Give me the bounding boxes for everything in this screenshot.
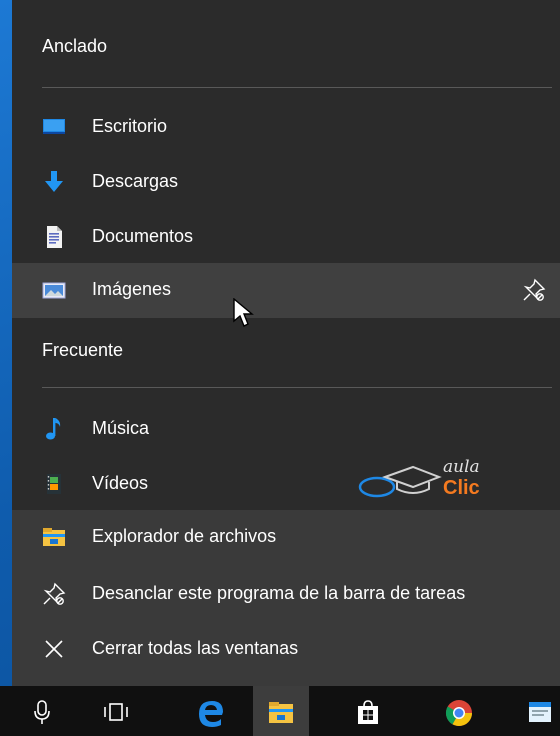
- watermark-clic-text: Clic: [443, 477, 480, 499]
- task-label: Cerrar todas las ventanas: [92, 638, 299, 658]
- jump-item-descargas[interactable]: Descargas: [12, 155, 560, 210]
- pinned-header: Anclado: [42, 36, 108, 56]
- desktop-icon: [42, 115, 66, 139]
- task-unpin-from-taskbar[interactable]: Desanclar este programa de la barra de t…: [12, 567, 560, 622]
- music-note-icon: [42, 417, 66, 441]
- close-icon: [42, 637, 66, 661]
- jump-list: Anclado Escritorio Descargas Documentos …: [12, 0, 560, 686]
- document-icon: [42, 225, 66, 249]
- unpin-icon[interactable]: [522, 278, 546, 302]
- taskbar: [0, 686, 560, 736]
- taskbar-cortana-mic[interactable]: [14, 686, 70, 736]
- taskbar-task-view[interactable]: [88, 686, 144, 736]
- task-label: Desanclar este programa de la barra de t…: [92, 583, 466, 603]
- jump-item-label: Música: [92, 418, 150, 438]
- app-icon: [529, 702, 551, 722]
- graduation-cap-icon: [358, 465, 442, 498]
- taskbar-app[interactable]: [512, 686, 560, 736]
- task-view-icon: [104, 703, 128, 721]
- task-label: Explorador de archivos: [92, 526, 277, 546]
- video-icon: [42, 472, 66, 496]
- store-icon: [358, 700, 378, 724]
- taskbar-file-explorer[interactable]: [253, 686, 309, 736]
- unpin-icon: [42, 582, 66, 606]
- aulaclic-watermark-logo: aula Clic: [357, 455, 497, 503]
- taskbar-edge[interactable]: [182, 686, 238, 736]
- taskbar-store[interactable]: [340, 686, 396, 736]
- frequent-header: Frecuente: [42, 340, 124, 360]
- file-explorer-icon: [42, 525, 66, 549]
- pinned-divider: [42, 87, 552, 88]
- jump-item-label: Vídeos: [92, 473, 149, 493]
- jump-item-label: Escritorio: [92, 116, 168, 136]
- jump-item-documentos[interactable]: Documentos: [12, 210, 560, 265]
- task-open-file-explorer[interactable]: Explorador de archivos: [12, 510, 560, 565]
- jump-list-tasks: Explorador de archivos Desanclar este pr…: [12, 510, 560, 686]
- mouse-cursor-icon: [233, 297, 255, 333]
- jump-item-musica[interactable]: Música: [12, 402, 560, 457]
- task-close-all-windows[interactable]: Cerrar todas las ventanas: [12, 622, 560, 677]
- pictures-icon: [42, 278, 66, 302]
- taskbar-chrome[interactable]: [430, 686, 486, 736]
- download-arrow-icon: [42, 170, 66, 194]
- jump-item-label: Imágenes: [92, 279, 172, 299]
- microphone-icon: [34, 700, 50, 724]
- jump-item-label: Descargas: [92, 171, 179, 191]
- edge-icon: [199, 701, 223, 727]
- watermark-aula-text: aula: [443, 457, 480, 477]
- file-explorer-icon: [269, 702, 293, 723]
- chrome-icon: [445, 700, 473, 727]
- frequent-divider: [42, 387, 552, 388]
- jump-item-label: Documentos: [92, 226, 194, 246]
- jump-item-imagenes[interactable]: Imágenes: [12, 263, 560, 318]
- jump-item-escritorio[interactable]: Escritorio: [12, 100, 560, 155]
